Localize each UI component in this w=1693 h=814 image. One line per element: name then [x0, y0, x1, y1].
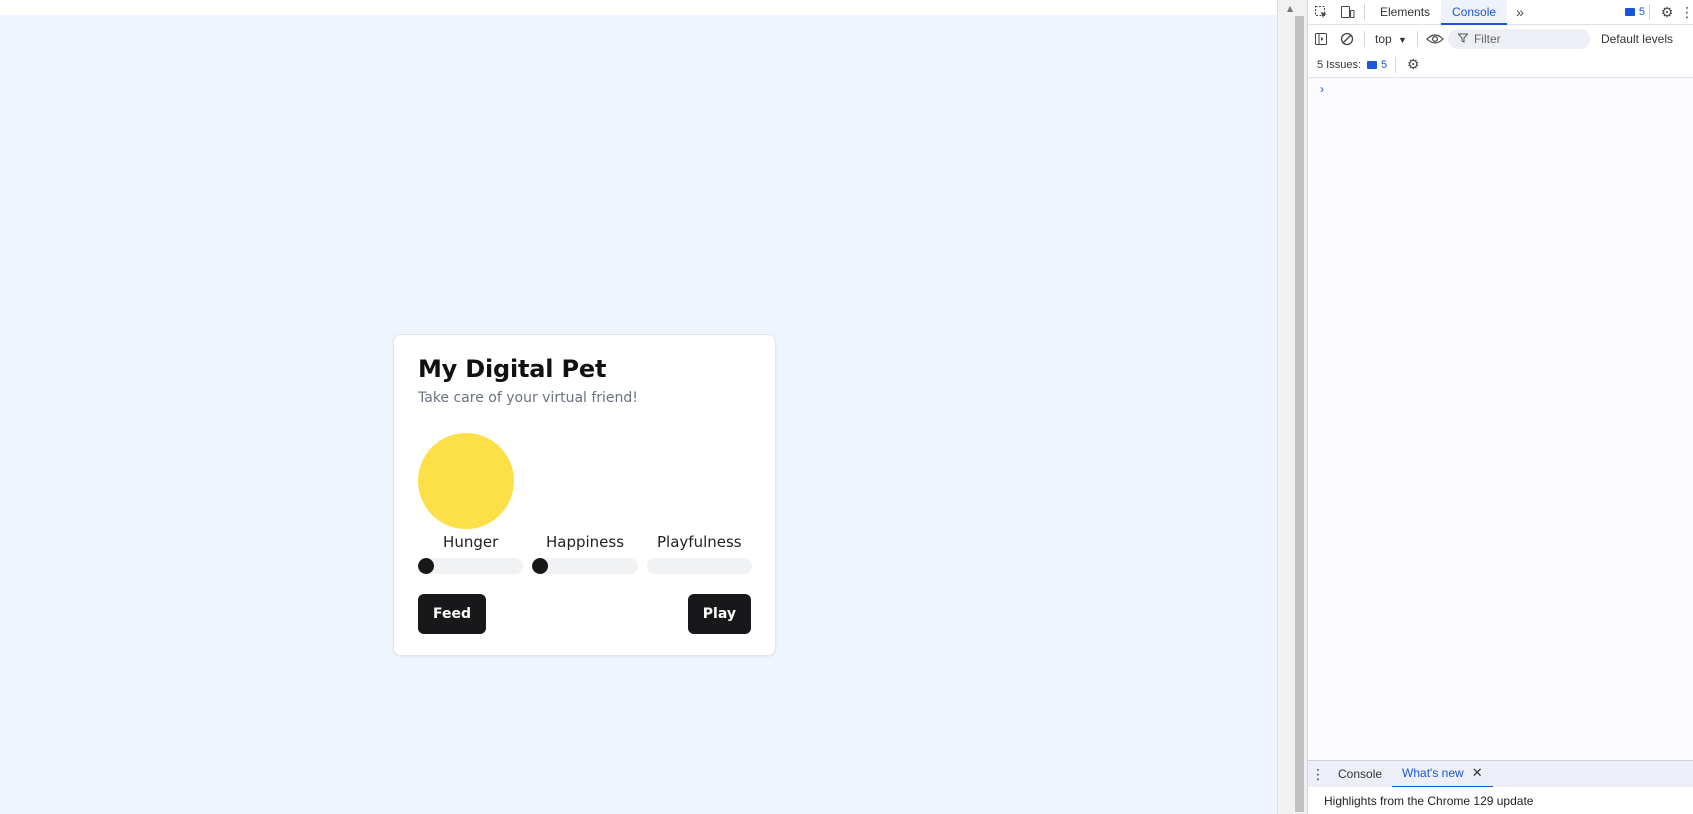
sidebar-toggle-icon[interactable] [1308, 27, 1334, 51]
tab-elements[interactable]: Elements [1369, 0, 1441, 25]
settings-gear-icon[interactable]: ⚙ [1654, 0, 1680, 24]
more-tabs-chevron-icon[interactable]: » [1507, 0, 1533, 24]
drawer-tab-whats-new[interactable]: What's new ✕ [1392, 761, 1493, 788]
toolbar-separator [1395, 56, 1397, 73]
issues-badge[interactable]: 5 [1624, 6, 1645, 18]
stat-happiness: Happiness [532, 531, 638, 574]
clear-console-icon[interactable] [1334, 27, 1360, 51]
stats-row: Hunger Happiness Playfulness [418, 531, 752, 574]
issues-chat-icon [1367, 60, 1378, 69]
toolbar-separator [1416, 31, 1418, 47]
drawer-tab-bar: ⋮ Console What's new ✕ [1308, 760, 1693, 788]
whats-new-content: Highlights from the Chrome 129 update [1308, 787, 1693, 814]
stat-label: Playfulness [657, 533, 742, 551]
live-expression-eye-icon[interactable] [1422, 27, 1448, 51]
issues-link[interactable]: 5 [1367, 59, 1387, 71]
progress-bar [532, 558, 638, 574]
progress-bar [418, 558, 524, 574]
pet-card: My Digital Pet Take care of your virtual… [393, 334, 776, 656]
drawer-tab-console[interactable]: Console [1328, 761, 1392, 788]
issues-badge-count: 5 [1638, 6, 1645, 18]
filter-placeholder: Filter [1473, 32, 1501, 46]
inspect-element-icon[interactable] [1308, 0, 1334, 24]
page-subtitle: Take care of your virtual friend! [418, 390, 638, 406]
issues-label: 5 Issues: [1317, 58, 1362, 71]
issues-chat-icon [1624, 8, 1635, 16]
console-toolbar: top ▼ Filter Default levels [1308, 26, 1693, 52]
devtools-tab-bar: Elements Console » 5 ⚙ ⋮ [1308, 0, 1693, 25]
stat-hunger: Hunger [418, 531, 524, 574]
page-viewport: My Digital Pet Take care of your virtual… [0, 0, 1277, 814]
progress-bar [646, 558, 752, 574]
pet-avatar [418, 433, 514, 529]
progress-fill [418, 558, 434, 574]
dropdown-arrow-icon: ▼ [1398, 35, 1407, 45]
feed-button[interactable]: Feed [418, 594, 487, 634]
filter-funnel-icon [1457, 32, 1469, 46]
console-output[interactable]: › [1308, 78, 1693, 760]
scroll-up-arrow-icon[interactable]: ▲ [1287, 4, 1293, 13]
stat-label: Happiness [545, 533, 625, 551]
stat-label: Hunger [443, 533, 499, 551]
issues-row: 5 Issues: 5 ⚙ [1308, 52, 1693, 78]
stat-playfulness: Playfulness [646, 531, 752, 574]
tab-console[interactable]: Console [1441, 0, 1508, 25]
issues-link-count: 5 [1381, 58, 1388, 71]
device-toolbar-icon[interactable] [1334, 0, 1360, 24]
kebab-menu-icon[interactable]: ⋮ [1680, 0, 1693, 24]
context-value: top [1375, 32, 1392, 46]
progress-fill [532, 558, 549, 574]
devtools-panel: Elements Console » 5 ⚙ ⋮ top ▼ Filter De… [1307, 0, 1693, 814]
close-icon[interactable]: ✕ [1472, 760, 1483, 786]
console-settings-gear-icon[interactable]: ⚙ [1400, 53, 1426, 77]
console-prompt-icon[interactable]: › [1320, 82, 1324, 96]
toolbar-separator [1649, 4, 1650, 20]
scroll-thumb[interactable] [1295, 16, 1304, 812]
drawer-tab-label: What's new [1402, 766, 1464, 780]
drawer-menu-icon[interactable]: ⋮ [1308, 762, 1328, 786]
page-title: My Digital Pet [418, 355, 607, 383]
toolbar-separator [1364, 31, 1365, 47]
filter-input[interactable]: Filter [1447, 29, 1590, 49]
context-selector[interactable]: top ▼ [1369, 32, 1413, 46]
toolbar-separator [1364, 4, 1365, 20]
play-button[interactable]: Play [687, 594, 751, 634]
log-levels-dropdown[interactable]: Default levels [1601, 32, 1673, 46]
page-scrollbar[interactable]: ▲ [1277, 0, 1307, 814]
